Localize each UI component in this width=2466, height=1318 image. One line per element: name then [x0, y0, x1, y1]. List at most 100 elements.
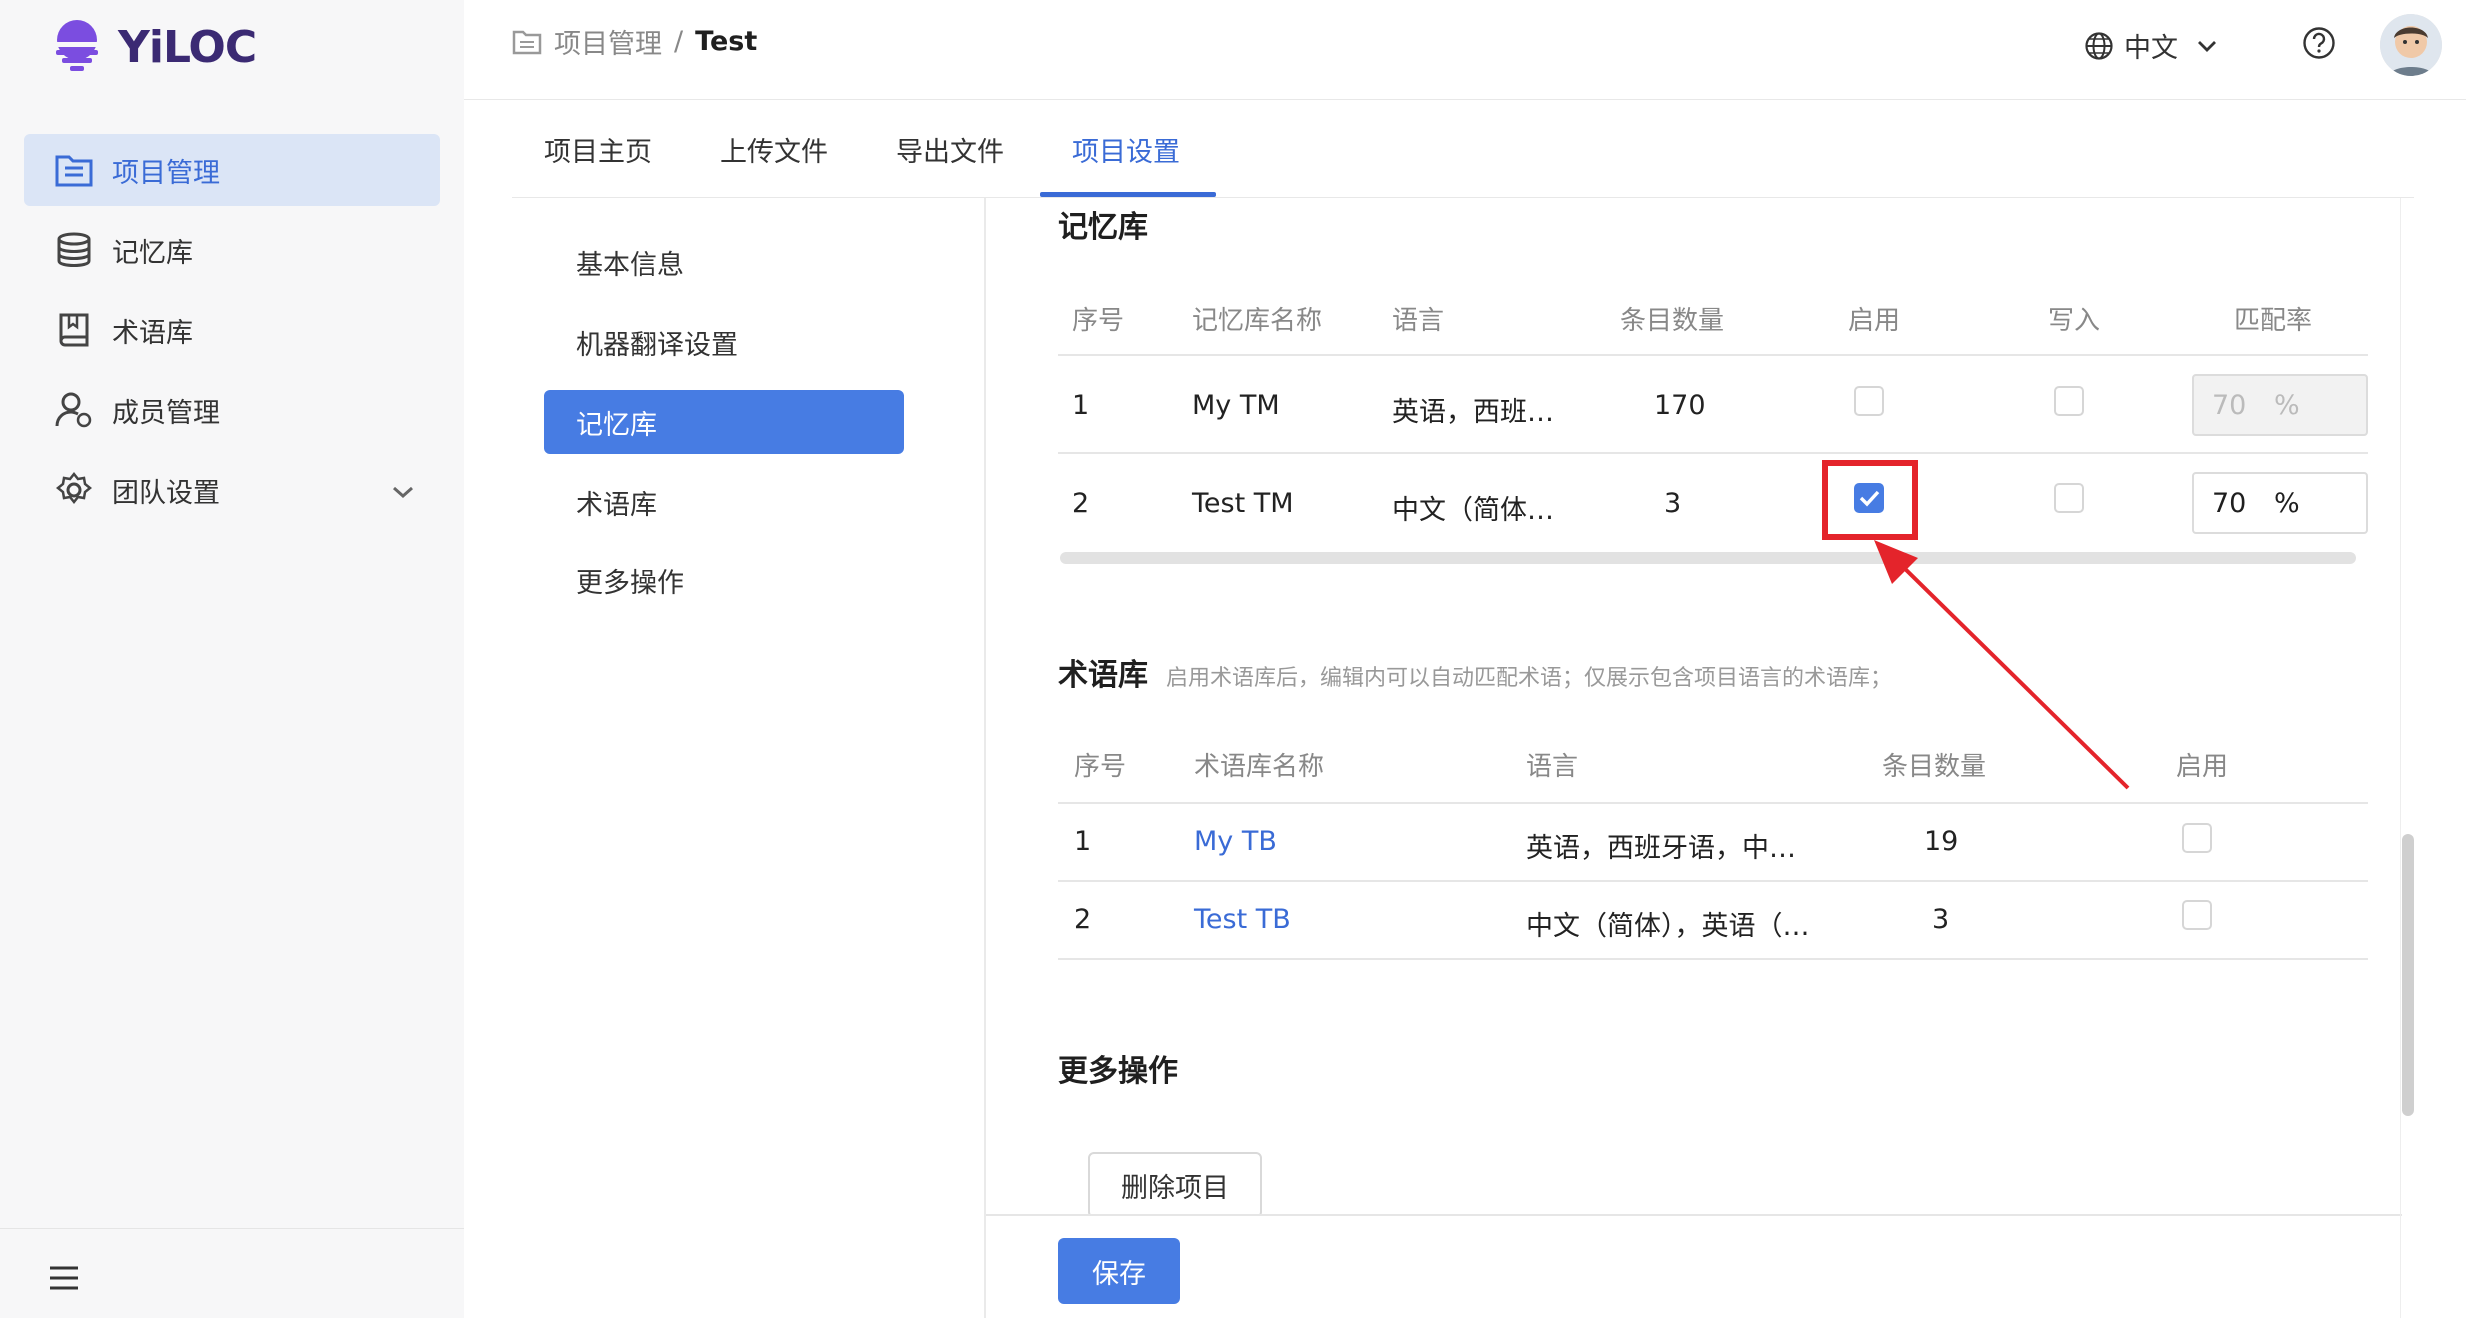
- tm-row-language: 英语，西班…: [1392, 397, 1554, 428]
- settings-nav-more-actions[interactable]: 更多操作: [544, 548, 904, 612]
- vertical-scrollbar-thumb[interactable]: [2402, 834, 2414, 1116]
- tm-row-language: 中文（简体…: [1392, 495, 1554, 526]
- tb-row-language: 中文（简体），英语（…: [1526, 911, 1810, 942]
- tab-upload[interactable]: 上传文件: [720, 130, 828, 169]
- divider: [1058, 880, 2368, 882]
- match-rate-value: 70: [2212, 487, 2247, 519]
- tm-write-checkbox[interactable]: [2054, 483, 2084, 513]
- tm-row-index: 1: [1072, 390, 1090, 421]
- sidebar-item-team-settings[interactable]: 团队设置: [24, 454, 440, 526]
- tm-row-name: Test TM: [1192, 488, 1294, 519]
- book-icon: [54, 310, 94, 350]
- logo: YiLOC: [50, 17, 257, 77]
- avatar[interactable]: [2380, 14, 2442, 76]
- sidebar-item-termbase[interactable]: 术语库: [24, 294, 440, 366]
- match-rate-input[interactable]: 70 %: [2192, 374, 2368, 436]
- footer-bar: 保存: [986, 1214, 2402, 1318]
- tb-row-index: 1: [1074, 826, 1092, 857]
- tb-col-name: 术语库名称: [1194, 752, 1325, 782]
- breadcrumb-separator: /: [674, 26, 684, 57]
- tm-row-name: My TM: [1192, 390, 1280, 421]
- delete-project-button[interactable]: 删除项目: [1088, 1152, 1262, 1218]
- match-rate-input[interactable]: 70 %: [2192, 472, 2368, 534]
- sidebar: YiLOC 项目管理 记忆库 术语库 成员管理 团队设置: [0, 0, 464, 1318]
- match-rate-unit: %: [2274, 487, 2300, 519]
- tb-row-count: 19: [1924, 826, 1959, 857]
- sidebar-item-members[interactable]: 成员管理: [24, 374, 440, 446]
- tm-section-title: 记忆库: [1058, 210, 1148, 245]
- tm-col-name: 记忆库名称: [1192, 306, 1323, 336]
- member-icon: [54, 390, 94, 430]
- help-icon[interactable]: [2302, 26, 2336, 64]
- sidebar-item-label: 项目管理: [112, 157, 220, 189]
- chevron-down-icon: [390, 478, 416, 509]
- folder-icon: [512, 29, 542, 55]
- tb-row-index: 2: [1074, 904, 1092, 935]
- language-label: 中文: [2124, 33, 2178, 64]
- globe-icon: [2084, 31, 2114, 61]
- tb-col-enabled: 启用: [2176, 752, 2229, 782]
- language-select[interactable]: 中文: [2084, 26, 2218, 65]
- sidebar-item-label: 记忆库: [112, 237, 193, 269]
- menu-collapse-icon[interactable]: [48, 1265, 80, 1295]
- tm-col-index: 序号: [1072, 306, 1125, 336]
- match-rate-unit: %: [2274, 389, 2300, 421]
- horizontal-scrollbar[interactable]: [1060, 552, 2356, 564]
- sidebar-item-project-management[interactable]: 项目管理: [24, 134, 440, 206]
- tm-col-language: 语言: [1392, 306, 1445, 336]
- divider: [1058, 354, 2368, 356]
- tm-row-index: 2: [1072, 488, 1090, 519]
- settings-nav-machine-translation[interactable]: 机器翻译设置: [544, 310, 904, 374]
- top-header: 项目管理 / Test 中文: [464, 0, 2466, 100]
- tm-row-count: 3: [1664, 488, 1682, 519]
- project-list-icon: [54, 150, 94, 190]
- tb-col-count: 条目数量: [1882, 752, 1987, 782]
- gear-icon: [54, 470, 94, 510]
- settings-nav-basic-info[interactable]: 基本信息: [544, 230, 904, 294]
- tm-enable-checkbox[interactable]: [1854, 386, 1884, 416]
- breadcrumb-current: Test: [695, 26, 758, 57]
- project-tabs: 项目主页 上传文件 导出文件 项目设置: [512, 100, 2414, 198]
- chevron-down-icon: [2196, 38, 2218, 54]
- tab-home[interactable]: 项目主页: [544, 130, 652, 169]
- breadcrumb: 项目管理 / Test: [512, 22, 757, 61]
- tb-col-language: 语言: [1526, 752, 1579, 782]
- tb-section-title: 术语库: [1058, 658, 1148, 693]
- tm-col-count: 条目数量: [1620, 306, 1725, 336]
- tb-section-title-row: 术语库 启用术语库后，编辑内可以自动匹配术语；仅展示包含项目语言的术语库；: [1058, 650, 1892, 694]
- tb-enable-checkbox[interactable]: [2182, 900, 2212, 930]
- tm-col-match-rate: 匹配率: [2234, 306, 2313, 336]
- vertical-scrollbar-track: [2400, 198, 2418, 1318]
- breadcrumb-parent[interactable]: 项目管理: [554, 22, 662, 61]
- tb-col-index: 序号: [1074, 752, 1127, 782]
- divider: [1058, 802, 2368, 804]
- sidebar-item-label: 团队设置: [112, 477, 220, 509]
- divider: [1058, 452, 2368, 454]
- sidebar-item-label: 术语库: [112, 317, 193, 349]
- save-button[interactable]: 保存: [1058, 1238, 1180, 1304]
- tb-row-count: 3: [1932, 904, 1950, 935]
- tab-active-indicator: [1040, 192, 1216, 197]
- tb-row-name-link[interactable]: My TB: [1194, 826, 1277, 857]
- tb-row-name-link[interactable]: Test TB: [1194, 904, 1291, 935]
- tm-write-checkbox[interactable]: [2054, 386, 2084, 416]
- more-section-title: 更多操作: [1058, 1054, 1178, 1089]
- annotation-highlight-box: [1822, 460, 1918, 540]
- tm-col-enabled: 启用: [1848, 306, 1901, 336]
- settings-nav-memory[interactable]: 记忆库: [544, 390, 904, 454]
- tb-section-hint: 启用术语库后，编辑内可以自动匹配术语；仅展示包含项目语言的术语库；: [1166, 666, 1893, 691]
- tb-row-language: 英语，西班牙语，中…: [1526, 833, 1796, 864]
- sidebar-footer: [0, 1228, 464, 1318]
- tm-row-count: 170: [1654, 390, 1706, 421]
- tab-export[interactable]: 导出文件: [896, 130, 1004, 169]
- database-icon: [54, 230, 94, 270]
- divider: [1058, 958, 2368, 960]
- tm-col-write: 写入: [2048, 306, 2101, 336]
- match-rate-value: 70: [2212, 389, 2247, 421]
- brand-name: YiLOC: [118, 21, 257, 73]
- sidebar-item-memory[interactable]: 记忆库: [24, 214, 440, 286]
- tab-settings[interactable]: 项目设置: [1072, 130, 1180, 169]
- tb-enable-checkbox[interactable]: [2182, 823, 2212, 853]
- settings-nav-termbase[interactable]: 术语库: [544, 470, 904, 534]
- brand-logo-icon: [52, 20, 102, 71]
